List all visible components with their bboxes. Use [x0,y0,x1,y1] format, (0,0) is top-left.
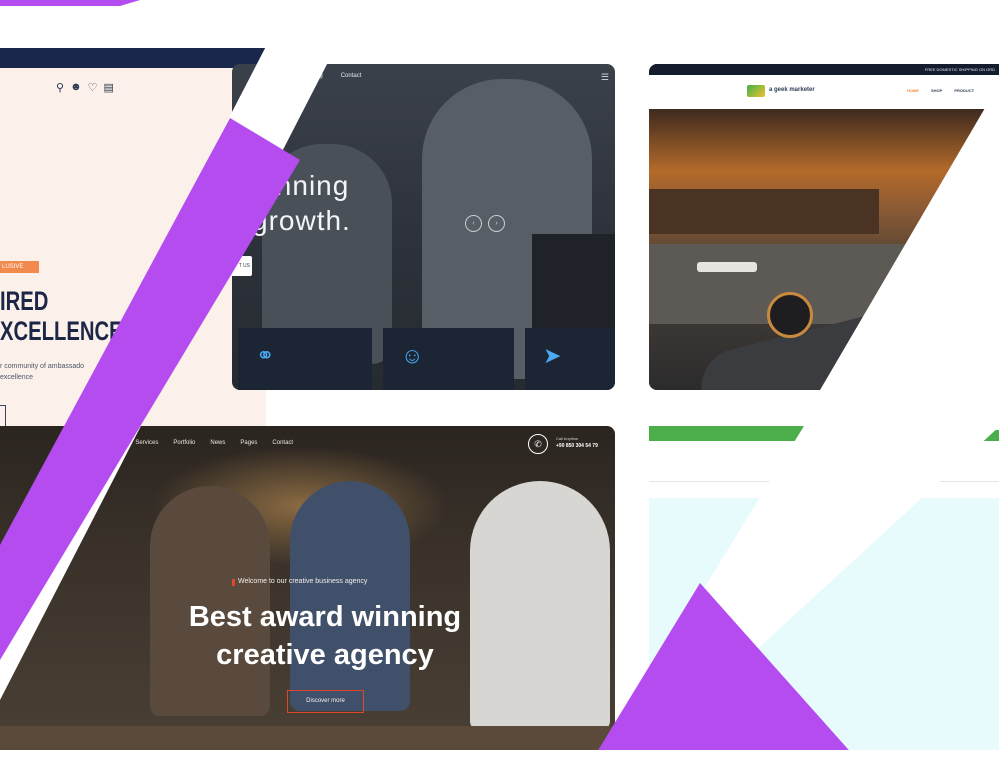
white-diagonal-cut [799,108,999,430]
purple-top-shape [0,0,140,6]
purple-diagonal-band [0,118,300,660]
decorative-overlay [0,0,999,757]
bottom-white-strip [0,750,999,757]
